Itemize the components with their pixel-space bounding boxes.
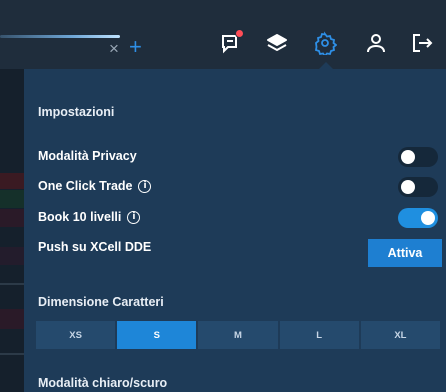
add-button[interactable]: +: [129, 36, 142, 58]
font-size-xs-button[interactable]: XS: [36, 321, 116, 349]
info-icon[interactable]: i: [138, 179, 152, 193]
book-levels-toggle[interactable]: [398, 208, 438, 228]
toggle-knob: [401, 150, 415, 164]
font-size-selector: XS S M L XL: [36, 321, 441, 349]
theme-mode-title: Modalità chiaro/scuro: [38, 376, 168, 390]
privacy-mode-label: Modalità Privacy: [38, 149, 137, 163]
font-size-l-button[interactable]: L: [279, 321, 359, 349]
user-icon[interactable]: [364, 31, 388, 55]
font-size-xl-button[interactable]: XL: [360, 321, 441, 349]
font-size-title: Dimensione Caratteri: [38, 295, 164, 309]
logout-icon[interactable]: [410, 31, 434, 55]
one-click-trade-toggle[interactable]: [398, 177, 438, 197]
top-bar: × +: [0, 0, 446, 69]
push-dde-label: Push su XCell DDE: [38, 240, 152, 254]
info-icon[interactable]: i: [127, 210, 141, 224]
toggle-knob: [421, 211, 435, 225]
font-size-s-button[interactable]: S: [117, 321, 197, 349]
settings-panel: Impostazioni Modalità Privacy One Click …: [24, 69, 446, 392]
book-levels-label: Book 10 livelli i: [38, 207, 141, 227]
one-click-trade-label: One Click Trade i: [38, 176, 152, 196]
privacy-mode-toggle[interactable]: [398, 147, 438, 167]
messages-icon[interactable]: [219, 29, 244, 55]
layers-icon[interactable]: [265, 31, 289, 55]
settings-title: Impostazioni: [38, 105, 115, 119]
background-content: [0, 69, 24, 392]
search-underline[interactable]: [0, 35, 120, 38]
toggle-knob: [401, 180, 415, 194]
font-size-m-button[interactable]: M: [198, 321, 278, 349]
settings-icon[interactable]: [313, 31, 337, 55]
activate-button[interactable]: Attiva: [368, 239, 442, 267]
notification-dot: [235, 29, 244, 38]
clear-search-button[interactable]: ×: [109, 39, 119, 59]
